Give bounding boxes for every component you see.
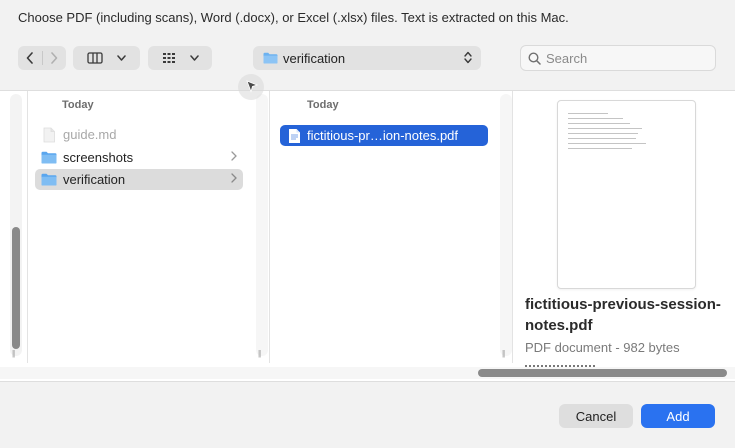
group-header: Today [307,99,339,111]
grid-icon [162,53,175,63]
vertical-scrollbar[interactable] [500,94,512,356]
back-button[interactable] [18,46,42,70]
list-item-selected[interactable]: verification [35,169,243,190]
chevron-right-icon [231,151,237,161]
forward-button[interactable] [43,46,67,70]
chevron-down-icon [189,55,199,61]
group-header: Today [62,99,94,111]
column-verification: Today fictitious-pr…ion-notes.pdf || [270,91,512,361]
column-resize-handle[interactable]: || [258,349,261,358]
chevron-down-icon [117,55,126,61]
vertical-scrollbar[interactable] [10,94,22,356]
list-item[interactable]: screenshots [35,147,243,168]
column-parent: || [0,91,28,361]
folder-icon [263,52,278,64]
mouse-cursor-icon [238,74,264,100]
item-name: fictitious-pr…ion-notes.pdf [307,128,459,143]
column-browser: || Today guide.md screenshots verificati… [0,91,735,381]
nav-buttons [18,46,66,70]
location-label: verification [283,50,346,66]
view-mode-button[interactable] [73,46,140,70]
scrollbar-thumb[interactable] [12,227,20,349]
column-today: Today guide.md screenshots verification … [28,91,268,361]
column-divider [512,91,513,363]
preview-filename: fictitious-previous-session-notes.pdf [525,296,721,334]
folder-icon [41,173,57,186]
list-item: guide.md [35,124,243,145]
column-resize-handle[interactable]: || [502,349,505,358]
cancel-button[interactable]: Cancel [559,404,633,428]
vertical-scrollbar[interactable] [256,94,268,356]
preview-file-info: PDF document - 982 bytes [525,340,680,355]
browser-divider [0,381,735,382]
column-resize-handle[interactable]: || [12,349,15,358]
location-popup[interactable]: verification [253,46,481,70]
folder-icon [41,151,57,164]
updown-chevron-icon [464,51,472,64]
search-icon [528,51,541,65]
item-name: screenshots [63,150,134,165]
document-icon [43,127,55,142]
scrollbar-thumb[interactable] [478,369,727,377]
pdf-file-icon [289,128,300,143]
file-chooser-sheet: Choose PDF (including scans), Word (.doc… [0,0,735,448]
list-item-selected[interactable]: fictitious-pr…ion-notes.pdf [280,125,488,146]
chevron-right-icon [231,173,237,183]
item-name: verification [63,172,126,187]
search-field[interactable] [520,45,716,71]
group-by-button[interactable] [148,46,212,70]
chevron-left-icon [26,52,33,64]
horizontal-scrollbar[interactable] [0,367,735,379]
file-preview-thumbnail [557,100,696,289]
search-input[interactable] [546,50,706,66]
column-view-icon [87,52,103,64]
item-name: guide.md [63,127,117,142]
add-button[interactable]: Add [641,404,715,428]
instructions-text: Choose PDF (including scans), Word (.doc… [18,10,569,25]
chevron-right-icon [51,52,58,64]
